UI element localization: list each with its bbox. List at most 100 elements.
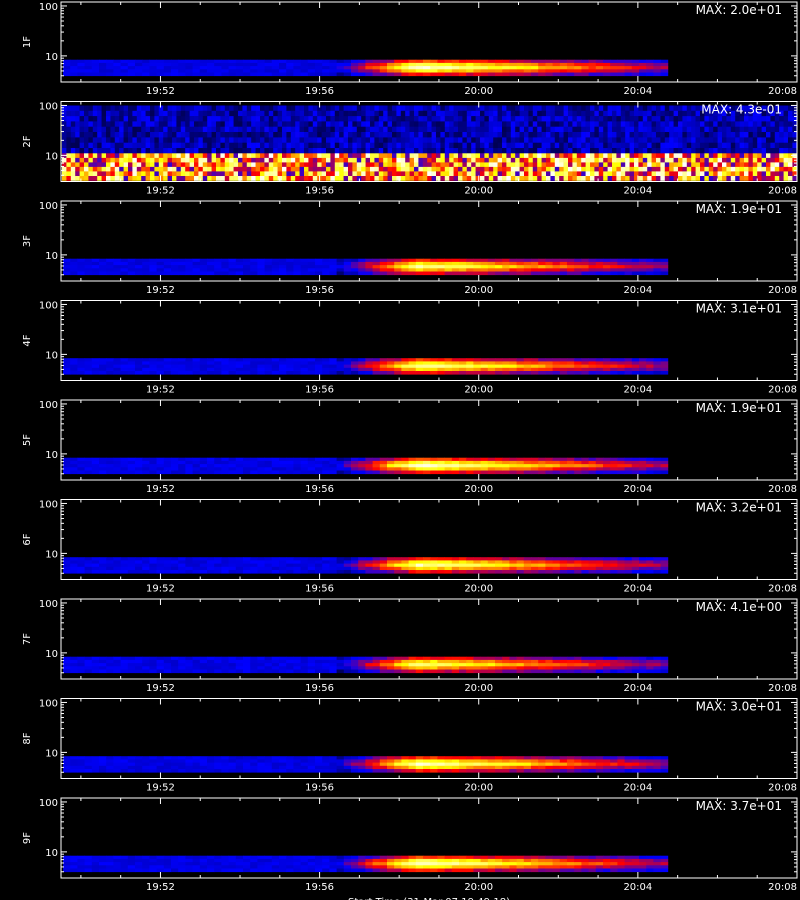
- heatmap-cell: [408, 566, 417, 571]
- heatmap-cell: [192, 66, 201, 70]
- heatmap-cell: [70, 157, 76, 163]
- heatmap-cell: [574, 460, 582, 465]
- heatmap-cell: [730, 153, 736, 159]
- heatmap-cell: [629, 166, 635, 172]
- heatmap-cell: [552, 464, 561, 468]
- heatmap-cell: [552, 265, 561, 269]
- heatmap-cell: [509, 364, 517, 369]
- heatmap-cell: [436, 126, 441, 133]
- heatmap-cell: [91, 457, 100, 462]
- heatmap-cell: [431, 116, 437, 122]
- heatmap-cell: [770, 121, 776, 127]
- heatmap-cell: [322, 268, 330, 272]
- heatmap-cell: [75, 132, 80, 138]
- heatmap-cell: [603, 570, 611, 574]
- heatmap-cell: [624, 268, 633, 272]
- heatmap-cell: [783, 166, 789, 172]
- heatmap-cell: [559, 467, 568, 471]
- panel-label: 3F: [22, 235, 33, 247]
- heatmap-cell: [515, 162, 520, 168]
- heatmap-cell: [66, 148, 72, 154]
- heatmap-cell: [286, 142, 292, 149]
- heatmap-cell: [348, 126, 353, 133]
- heatmap-cell: [603, 142, 608, 149]
- heatmap-cell: [401, 261, 409, 266]
- heatmap-cell: [158, 105, 164, 112]
- heatmap-cell: [757, 132, 762, 138]
- heatmap-cell: [708, 116, 714, 122]
- heatmap-cell: [538, 268, 546, 272]
- heatmap-cell: [423, 69, 431, 73]
- heatmap-cell: [537, 142, 542, 149]
- heatmap-cell: [387, 69, 395, 73]
- heatmap-cell: [466, 72, 474, 77]
- heatmap-cell: [339, 162, 344, 168]
- heatmap-cell: [612, 126, 617, 133]
- heatmap-cell: [299, 126, 305, 133]
- heatmap-cell: [458, 171, 463, 177]
- heatmap-cell: [202, 157, 208, 163]
- heatmap-cell: [163, 66, 172, 70]
- panel-6f: 1010019:52 19:56 20:00 20:04 20:086FMAX: 3.2…: [22, 499, 798, 595]
- heatmap-cell: [639, 464, 647, 468]
- heatmap-cell: [216, 153, 221, 159]
- heatmap-cell: [315, 268, 323, 272]
- heatmap-cell: [185, 268, 193, 272]
- heatmap-cell: [91, 460, 100, 465]
- heatmap-cell: [279, 560, 287, 564]
- heatmap-cell: [113, 258, 121, 263]
- heatmap-cell: [440, 105, 446, 112]
- heatmap-cell: [365, 358, 373, 362]
- heatmap-cell: [559, 361, 568, 365]
- heatmap-cell: [84, 157, 89, 163]
- heatmap-cell: [77, 62, 85, 67]
- heatmap-cell: [77, 66, 85, 70]
- heatmap-cell: [255, 142, 261, 149]
- heatmap-cell: [379, 560, 388, 564]
- heatmap-cell: [321, 153, 327, 159]
- heatmap-cell: [678, 157, 683, 163]
- heatmap-cell: [250, 361, 258, 365]
- heatmap-cell: [480, 176, 485, 181]
- heatmap-cell: [437, 271, 445, 276]
- heatmap-cell: [167, 132, 173, 138]
- heatmap-cell: [495, 467, 503, 471]
- heatmap-cell: [246, 132, 252, 138]
- heatmap-cell: [361, 110, 366, 117]
- heatmap-cell: [189, 153, 195, 159]
- heatmap-cell: [610, 59, 618, 64]
- heatmap-cell: [220, 166, 226, 172]
- heatmap-cell: [260, 162, 265, 168]
- heatmap-cell: [642, 176, 648, 181]
- heatmap-cell: [451, 470, 460, 475]
- heatmap-cell: [120, 265, 129, 269]
- heatmap-cell: [365, 560, 373, 564]
- heatmap-cell: [559, 557, 568, 561]
- heatmap-cell: [189, 157, 195, 163]
- heatmap-cell: [516, 470, 525, 475]
- heatmap-cell: [651, 137, 657, 143]
- heatmap-cell: [365, 557, 373, 561]
- heatmap-cell: [656, 116, 661, 122]
- heatmap-cell: [437, 258, 445, 263]
- heatmap-cell: [158, 148, 164, 154]
- heatmap-cell: [163, 460, 172, 465]
- heatmap-cell: [523, 570, 532, 574]
- heatmap-cell: [304, 126, 309, 133]
- heatmap-cell: [312, 166, 318, 172]
- heatmap-cell: [99, 258, 107, 263]
- heatmap-cell: [238, 132, 243, 138]
- heatmap-cell: [408, 570, 417, 574]
- heatmap-cell: [444, 66, 453, 70]
- heatmap-cell: [552, 560, 561, 564]
- heatmap-cell: [106, 364, 114, 369]
- heatmap-cell: [430, 367, 438, 372]
- heatmap-cell: [199, 361, 208, 365]
- heatmap-cell: [466, 367, 474, 372]
- heatmap-cell: [545, 59, 553, 64]
- heatmap-cell: [495, 557, 503, 561]
- heatmap-cell: [440, 176, 446, 181]
- heatmap-cell: [329, 467, 337, 471]
- heatmap-cell: [307, 371, 316, 375]
- heatmap-cell: [207, 258, 215, 263]
